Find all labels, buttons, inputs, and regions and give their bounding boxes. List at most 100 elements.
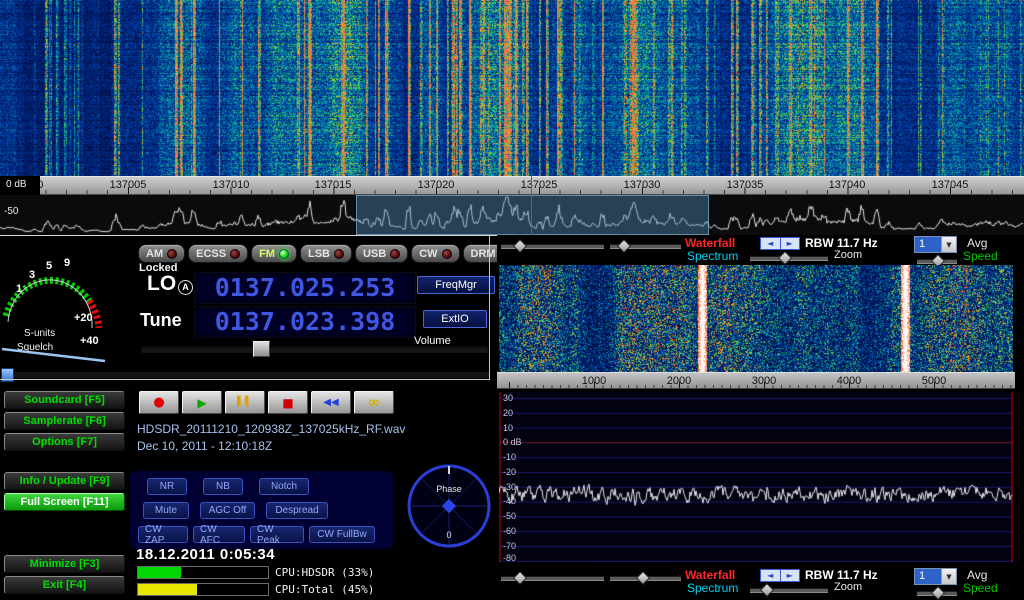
mute-button[interactable]: Mute <box>143 502 189 519</box>
freqmgr-button[interactable]: FreqMgr <box>417 276 495 294</box>
loop-button[interactable]: ∞ <box>354 391 394 414</box>
record-button[interactable]: ● <box>139 391 179 414</box>
zoom-slider-bottom[interactable] <box>750 588 828 593</box>
volume-slider-handle[interactable] <box>253 341 270 357</box>
waterfall-tab-label-top[interactable]: Waterfall <box>685 236 735 250</box>
nb-button[interactable]: NB <box>203 478 243 495</box>
notch-button[interactable]: Notch <box>259 478 309 495</box>
s-meter-tick: +40 <box>80 335 99 347</box>
s-meter-tick: 1 <box>16 283 22 295</box>
dropdown-arrow-icon[interactable]: ▼ <box>941 569 956 584</box>
info-update-button[interactable]: Info / Update [F9] <box>4 472 125 490</box>
audio-waterfall-canvas[interactable] <box>499 265 1013 372</box>
panel-divider-horizontal <box>0 379 490 380</box>
audio-spectrum-canvas[interactable] <box>499 392 1013 562</box>
rbw-label-bottom: RBW 11.7 Hz <box>805 568 878 582</box>
despread-button[interactable]: Despread <box>266 502 328 519</box>
mode-am-label: AM <box>146 248 163 260</box>
audio-scale-label: 2000 <box>667 375 691 387</box>
dropdown-arrow-icon[interactable]: ▼ <box>941 237 956 252</box>
speed-slider-top[interactable] <box>917 259 957 264</box>
scroll-right-icon[interactable]: ► <box>780 238 800 249</box>
extio-button[interactable]: ExtIO <box>423 310 487 328</box>
control-panel: 1 3 5 9 +20 +40 S-units Squelch AM ECSS … <box>0 235 497 600</box>
tune-label: Tune <box>140 310 182 331</box>
scroll-arrows-bottom[interactable]: ◄ ► <box>760 569 800 582</box>
rewind-button[interactable]: ◀◀ <box>311 391 351 414</box>
db-label: -70 <box>503 541 516 551</box>
agc-off-button[interactable]: AGC Off <box>200 502 255 519</box>
slider-handle[interactable] <box>760 583 774 597</box>
mode-am-button[interactable]: AM <box>138 244 185 263</box>
mode-cw-button[interactable]: CW <box>411 244 459 263</box>
audio-display-panel: Waterfall Spectrum ◄ ► RBW 11.7 Hz Zoom … <box>497 235 1024 600</box>
volume-slider-track[interactable] <box>140 345 489 354</box>
cw-afc-button[interactable]: CW AFC <box>193 526 245 543</box>
mode-lsb-button[interactable]: LSB <box>300 244 352 263</box>
minimize-button[interactable]: Minimize [F3] <box>4 555 125 573</box>
audio-spectrum[interactable]: 30 20 10 0 dB -10 -20 -30 -40 -50 -60 -7… <box>499 392 1013 562</box>
slider-handle[interactable] <box>617 239 631 253</box>
stop-button[interactable]: ■ <box>268 391 308 414</box>
scroll-left-icon[interactable]: ◄ <box>761 570 780 581</box>
pause-button[interactable]: ▌▌ <box>225 391 265 414</box>
passband-selection[interactable] <box>356 195 709 235</box>
zoom-slider-top[interactable] <box>750 256 828 261</box>
audio-frequency-scale[interactable]: 1000 2000 3000 4000 5000 <box>497 372 1015 389</box>
display-controls-bottom: Waterfall Spectrum ◄ ► RBW 11.7 Hz Zoom … <box>497 567 1024 597</box>
db-label: 20 <box>503 408 513 418</box>
main-waterfall-canvas[interactable] <box>0 0 1024 176</box>
mode-ecss-button[interactable]: ECSS <box>188 244 248 263</box>
zoom-label-bottom: Zoom <box>834 581 862 593</box>
speed-slider-bottom[interactable] <box>917 591 957 596</box>
ruler-label: 137010 <box>213 179 250 191</box>
phase-value: 0 <box>446 530 451 540</box>
scroll-left-icon[interactable]: ◄ <box>761 238 780 249</box>
nr-button[interactable]: NR <box>147 478 187 495</box>
phase-label: Phase <box>436 484 462 494</box>
record-icon: ● <box>153 396 164 409</box>
lo-frequency-display[interactable]: 0137.025.253 <box>194 272 416 304</box>
slider-handle[interactable] <box>931 586 945 600</box>
cw-zap-button[interactable]: CW ZAP <box>138 526 188 543</box>
mode-usb-button[interactable]: USB <box>355 244 408 263</box>
waterfall-brightness-slider-bottom[interactable] <box>610 576 681 581</box>
fullscreen-button[interactable]: Full Screen [F11] <box>4 493 125 511</box>
scroll-right-icon[interactable]: ► <box>780 570 800 581</box>
main-frequency-ruler[interactable]: 137000 137005 137010 137015 137020 13702… <box>0 176 1024 195</box>
avg-select-top[interactable]: 1 ▼ <box>914 236 957 253</box>
tune-marker-line <box>531 176 532 235</box>
lo-lock-badge[interactable]: A <box>178 280 193 295</box>
hdsdr-window: 137000 137005 137010 137015 137020 13702… <box>0 0 1024 600</box>
loop-icon: ∞ <box>368 395 381 410</box>
cw-fullbw-button[interactable]: CW FullBw <box>309 526 375 543</box>
rewind-icon: ◀◀ <box>323 398 338 408</box>
squelch-slider-track[interactable] <box>2 371 491 379</box>
slider-handle[interactable] <box>636 571 650 585</box>
cw-peak-button[interactable]: CW Peak <box>250 526 304 543</box>
date-time-display: 18.12.2011 0:05:34 <box>136 546 275 563</box>
fm-led-icon <box>279 249 289 259</box>
spectrum-tab-label-top[interactable]: Spectrum <box>687 249 738 263</box>
waterfall-brightness-slider-top[interactable] <box>610 244 681 249</box>
waterfall-contrast-slider-top[interactable] <box>501 244 604 249</box>
options-button[interactable]: Options [F7] <box>4 433 125 451</box>
slider-handle[interactable] <box>513 571 527 585</box>
panel-divider-vertical <box>489 236 490 379</box>
spectrum-tab-label-bottom[interactable]: Spectrum <box>687 581 738 595</box>
tune-frequency-display[interactable]: 0137.023.398 <box>194 306 416 338</box>
mode-fm-button[interactable]: FM <box>251 244 297 263</box>
waterfall-tab-label-bottom[interactable]: Waterfall <box>685 568 735 582</box>
scroll-arrows-top[interactable]: ◄ ► <box>760 237 800 250</box>
exit-button[interactable]: Exit [F4] <box>4 576 125 594</box>
mode-fm-label: FM <box>259 248 275 260</box>
soundcard-button[interactable]: Soundcard [F5] <box>4 391 125 409</box>
waterfall-contrast-slider-bottom[interactable] <box>501 576 604 581</box>
slider-handle[interactable] <box>778 251 792 265</box>
db-label: -60 <box>503 526 516 536</box>
avg-select-bottom[interactable]: 1 ▼ <box>914 568 957 585</box>
play-button[interactable]: ▶ <box>182 391 222 414</box>
samplerate-button[interactable]: Samplerate [F6] <box>4 412 125 430</box>
slider-handle[interactable] <box>513 239 527 253</box>
main-spectrum[interactable]: 0 dB -50 <box>0 195 1024 235</box>
